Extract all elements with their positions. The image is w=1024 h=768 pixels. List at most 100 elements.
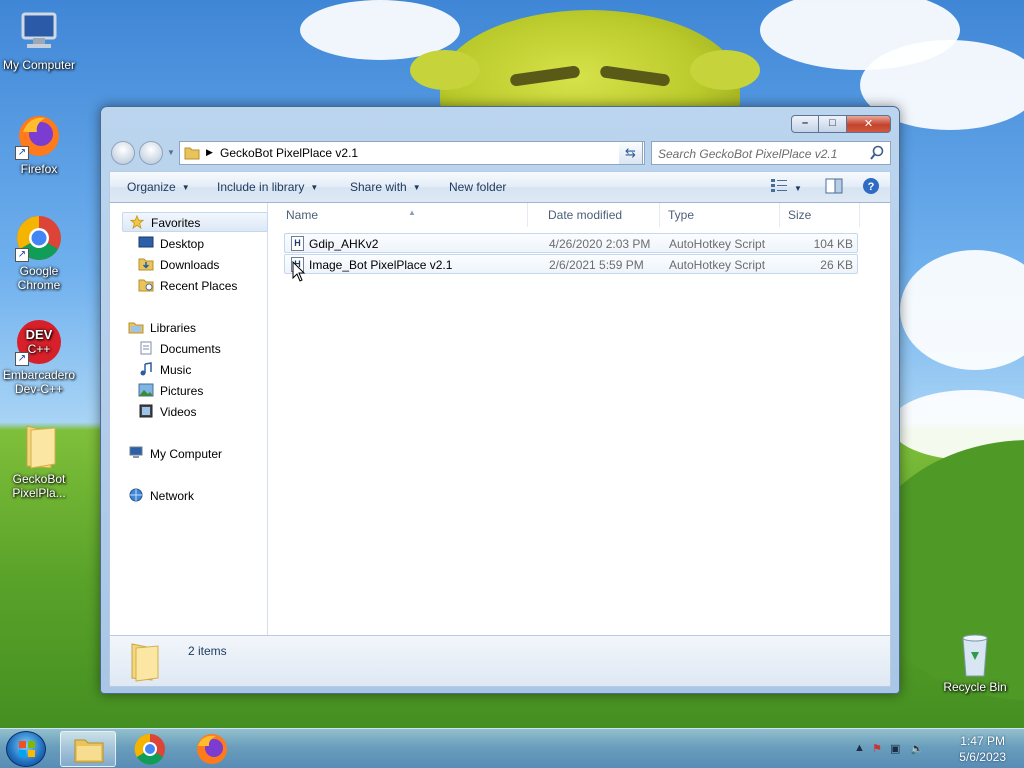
pictures-icon — [138, 383, 154, 397]
change-view-button[interactable]: ▼ — [770, 178, 802, 195]
table-row[interactable]: H Gdip_AHKv2 4/26/2020 2:03 PM AutoHotke… — [284, 233, 858, 253]
breadcrumb-arrow-icon[interactable]: ▶ — [206, 147, 213, 158]
computer-icon — [15, 8, 63, 56]
start-button[interactable] — [6, 731, 46, 767]
desktop-icon-label: Google Chrome — [17, 264, 61, 292]
include-in-library-button[interactable]: Include in library ▼ — [217, 180, 318, 194]
column-header-name[interactable]: Name ▲ — [268, 203, 528, 227]
search-icon[interactable] — [869, 145, 885, 161]
desktop-icon-label: Recycle Bin — [943, 680, 1007, 694]
nav-music[interactable]: Music — [138, 360, 191, 380]
file-date: 4/26/2020 2:03 PM — [549, 237, 651, 251]
file-size: 104 KB — [813, 237, 853, 251]
view-list-icon — [771, 179, 787, 192]
desktop-icon-chrome[interactable]: ↗ Google Chrome — [0, 214, 78, 292]
recent-pages-dropdown[interactable]: ▼ — [167, 148, 175, 157]
music-icon — [140, 362, 152, 376]
address-bar[interactable]: ▶ GeckoBot PixelPlace v2.1 ▼ — [179, 141, 645, 165]
search-input[interactable]: Search GeckoBot PixelPlace v2.1 — [651, 141, 891, 165]
column-header-date[interactable]: Date modified — [540, 203, 660, 227]
videos-icon — [139, 404, 153, 418]
file-type: AutoHotkey Script — [669, 237, 766, 251]
folder-icon — [15, 422, 63, 470]
recycle-bin-icon — [951, 630, 999, 678]
search-placeholder: Search GeckoBot PixelPlace v2.1 — [658, 147, 838, 161]
svg-text:C++: C++ — [28, 342, 51, 356]
svg-text:DEV: DEV — [26, 327, 53, 342]
chrome-icon: ↗ — [15, 214, 63, 262]
share-with-button[interactable]: Share with ▼ — [350, 180, 421, 194]
network-icon[interactable]: ▣ — [890, 742, 900, 755]
taskbar-explorer-button[interactable] — [60, 731, 116, 767]
file-date: 2/6/2021 5:59 PM — [549, 258, 644, 272]
folder-icon — [131, 643, 159, 682]
navigation-pane: Favorites Desktop Downloads Recent Place… — [110, 203, 268, 635]
desktop-icon-geckobot-folder[interactable]: GeckoBot PixelPla... — [0, 422, 78, 500]
nav-favorites[interactable]: Favorites — [122, 212, 268, 232]
desktop-icon-label: GeckoBot PixelPla... — [12, 472, 66, 500]
desktop-icon-firefox[interactable]: ↗ Firefox — [0, 112, 78, 176]
desktop-icon — [138, 236, 154, 248]
taskbar-firefox-button[interactable] — [184, 731, 240, 767]
item-count: 2 items — [188, 644, 227, 658]
explorer-window: – □ ✕ ▼ ▶ GeckoBot PixelPlace v2.1 ▼ ⇆ S… — [100, 106, 900, 694]
nav-downloads[interactable]: Downloads — [138, 255, 219, 275]
help-button[interactable]: ? — [862, 177, 880, 198]
chrome-icon — [134, 733, 165, 765]
explorer-content: Favorites Desktop Downloads Recent Place… — [109, 203, 891, 635]
nav-desktop[interactable]: Desktop — [138, 234, 204, 254]
nav-libraries[interactable]: Libraries — [128, 318, 196, 338]
chevron-down-icon: ▼ — [794, 184, 802, 193]
window-controls: – □ ✕ — [791, 115, 891, 133]
nav-my-computer[interactable]: My Computer — [128, 444, 222, 464]
desktop-icon-recycle-bin[interactable]: Recycle Bin — [936, 630, 1014, 694]
file-list-pane: Name ▲ Date modified Type Size H Gdip_AH… — [268, 203, 890, 635]
action-center-icon[interactable]: ⚑ — [872, 742, 882, 755]
taskbar-chrome-button[interactable] — [122, 731, 178, 767]
file-type: AutoHotkey Script — [669, 258, 766, 272]
clock-date: 5/6/2023 — [959, 750, 1006, 764]
maximize-button[interactable]: □ — [819, 115, 847, 133]
desktop-icon-label: My Computer — [2, 58, 76, 72]
close-button[interactable]: ✕ — [847, 115, 891, 133]
minimize-button[interactable]: – — [791, 115, 819, 133]
refresh-button[interactable]: ⇆ — [619, 141, 643, 165]
network-icon — [129, 488, 143, 502]
chevron-down-icon: ▼ — [310, 183, 319, 192]
desktop-icon-my-computer[interactable]: My Computer — [0, 8, 78, 72]
organize-button[interactable]: Organize ▼ — [127, 180, 190, 194]
volume-icon[interactable]: 🔈 — [910, 742, 924, 755]
desktop-icon-devcpp[interactable]: DEV C++ ↗ Embarcadero Dev-C++ — [0, 318, 78, 396]
show-hidden-icons-icon[interactable]: ▲ — [854, 742, 865, 754]
breadcrumb[interactable]: GeckoBot PixelPlace v2.1 — [220, 146, 358, 160]
star-icon — [129, 215, 145, 229]
explorer-icon — [74, 739, 104, 763]
firefox-icon: ↗ — [15, 112, 63, 160]
preview-pane-button[interactable] — [825, 178, 843, 197]
taskbar: ▲ ⚑ ▣ 🔈 1:47 PM 5/6/2023 — [0, 728, 1024, 768]
recent-places-icon — [138, 279, 154, 292]
details-pane: 2 items — [109, 635, 891, 687]
chevron-down-icon: ▼ — [412, 183, 421, 192]
svg-text:?: ? — [868, 181, 875, 193]
sort-ascending-icon: ▲ — [408, 208, 416, 217]
nav-videos[interactable]: Videos — [138, 402, 196, 422]
back-button[interactable] — [111, 141, 135, 165]
nav-recent-places[interactable]: Recent Places — [138, 276, 237, 296]
documents-icon — [140, 341, 152, 355]
nav-network[interactable]: Network — [128, 486, 194, 506]
downloads-folder-icon — [138, 258, 154, 271]
chevron-down-icon: ▼ — [181, 183, 190, 192]
command-bar: Organize ▼ Include in library ▼ Share with… — [109, 171, 891, 203]
nav-documents[interactable]: Documents — [138, 339, 221, 359]
table-row[interactable]: H Image_Bot PixelPlace v2.1 2/6/2021 5:5… — [284, 254, 858, 274]
forward-button[interactable] — [139, 141, 163, 165]
new-folder-button[interactable]: New folder — [449, 180, 506, 194]
clock[interactable]: 1:47 PM 5/6/2023 — [959, 733, 1006, 765]
clock-time: 1:47 PM — [960, 734, 1005, 748]
file-name: Gdip_AHKv2 — [309, 237, 379, 251]
column-header-type[interactable]: Type — [660, 203, 780, 227]
column-header-size[interactable]: Size — [780, 203, 860, 227]
nav-pictures[interactable]: Pictures — [138, 381, 203, 401]
windows-logo-icon — [19, 741, 35, 757]
